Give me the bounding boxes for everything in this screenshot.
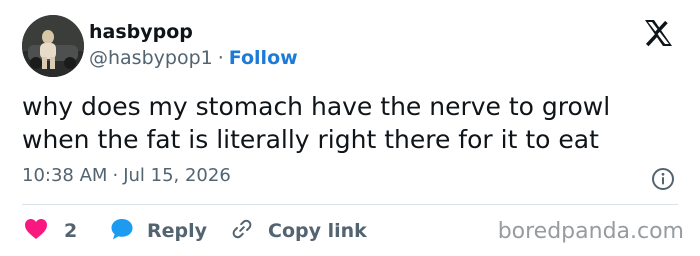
reply-button[interactable]: Reply — [110, 217, 207, 245]
info-icon[interactable] — [651, 167, 675, 191]
time-separator: · — [112, 165, 119, 186]
copy-link-button[interactable]: Copy link — [230, 217, 367, 245]
tweet-card: hasbypop @hasbypop1 · Follow why does my s… — [0, 0, 700, 256]
tweet-date: Jul 15, 2026 — [123, 165, 231, 186]
tweet-time: 10:38 AM — [22, 165, 108, 186]
timestamp[interactable]: 10:38 AM · Jul 15, 2026 — [22, 165, 231, 186]
handle-row: @hasbypop1 · Follow — [89, 47, 298, 69]
like-button[interactable]: 2 — [24, 217, 77, 245]
link-icon — [230, 217, 254, 245]
heart-icon — [24, 218, 48, 244]
x-logo-icon[interactable] — [638, 18, 678, 48]
divider — [22, 204, 678, 205]
avatar[interactable] — [22, 15, 84, 77]
tweet-text: why does my stomach have the nerve to gr… — [22, 92, 611, 154]
handle-separator: · — [217, 47, 224, 69]
speech-bubble-icon — [110, 217, 134, 245]
reply-label: Reply — [147, 220, 208, 242]
like-count: 2 — [64, 220, 78, 242]
copy-link-label: Copy link — [268, 220, 367, 242]
user-name[interactable]: hasbypop — [89, 21, 193, 43]
user-handle[interactable]: @hasbypop1 — [89, 47, 213, 69]
watermark: boredpanda.com — [497, 219, 684, 244]
follow-button[interactable]: Follow — [229, 47, 298, 69]
